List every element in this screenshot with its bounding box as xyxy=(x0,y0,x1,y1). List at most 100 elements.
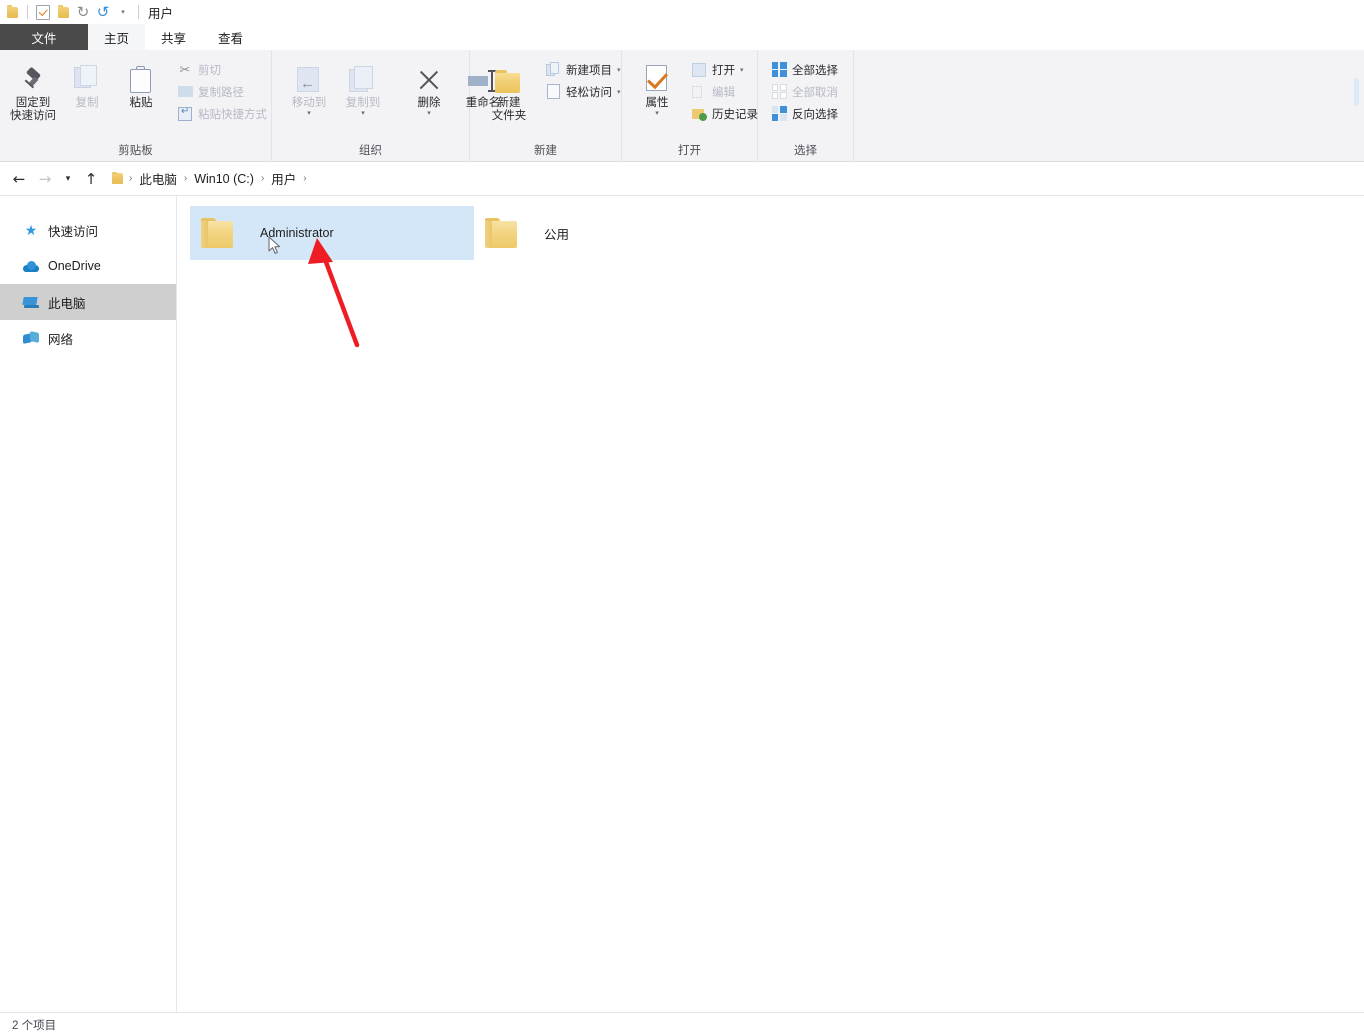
file-tiles: Administrator 公用 xyxy=(190,206,1364,260)
select-none-icon xyxy=(771,84,787,100)
sidebar-item-quick-access[interactable]: ★ 快速访问 xyxy=(0,212,176,248)
chevron-down-icon[interactable]: ▾ xyxy=(307,110,311,117)
open-label: 打开 xyxy=(712,64,735,77)
move-to-label: 移动到 xyxy=(291,97,327,109)
breadcrumb-separator[interactable]: › xyxy=(257,173,268,184)
invert-selection-label: 反向选择 xyxy=(792,108,838,121)
pin-to-quick-access-label: 固定到 快速访问 xyxy=(10,97,56,122)
undo-icon[interactable]: ↺ xyxy=(93,2,113,22)
invert-selection-icon xyxy=(771,106,787,122)
status-bar: 2 个项目 xyxy=(0,1012,1364,1036)
tab-view[interactable]: 查看 xyxy=(202,24,259,50)
breadcrumb-folder-icon xyxy=(112,171,123,184)
file-explorer-window: ↻ ↺ ▾ 用户 文件 主页 共享 查看 固定到 快速访问 复制 粘贴 ✂ 剪切… xyxy=(0,0,1364,1036)
tab-home[interactable]: 主页 xyxy=(88,24,146,50)
paste-shortcut-icon xyxy=(177,106,193,122)
sidebar-item-network[interactable]: 网络 xyxy=(0,320,176,356)
pin-icon xyxy=(20,60,46,94)
breadcrumb-item-users[interactable]: 用户 xyxy=(268,169,299,188)
clipboard-icon xyxy=(129,60,153,94)
ribbon-group-new: 新建 文件夹 新建项目 ▾ 轻松访问 ▾ 新建 xyxy=(470,50,622,161)
paste-shortcut-button[interactable]: 粘贴快捷方式 xyxy=(174,104,270,123)
delete-x-icon xyxy=(415,60,443,94)
copy-button[interactable]: 复制 xyxy=(60,56,114,110)
ribbon-group-organize: ← 移动到 ▾ 复制到 ▾ 删除 ▾ 重命名 组织 xyxy=(272,50,500,161)
ribbon-group-label-select: 选择 xyxy=(794,145,817,157)
easy-access-icon xyxy=(545,84,561,100)
file-list-pane[interactable]: Administrator 公用 xyxy=(178,196,1364,1012)
cloud-icon xyxy=(22,257,40,275)
new-folder-button[interactable]: 新建 文件夹 xyxy=(482,56,536,123)
copy-to-button[interactable]: 复制到 ▾ xyxy=(336,56,390,117)
edit-button[interactable]: 编辑 xyxy=(688,82,761,101)
qat-divider-1 xyxy=(27,5,28,19)
open-button[interactable]: 打开 ▾ xyxy=(688,60,761,79)
delete-button[interactable]: 删除 ▾ xyxy=(402,56,456,117)
forward-button[interactable]: → xyxy=(32,166,58,192)
copy-to-label: 复制到 xyxy=(345,97,381,109)
chevron-down-icon[interactable]: ▾ xyxy=(361,110,365,117)
chevron-down-icon[interactable]: ▾ xyxy=(427,110,431,117)
new-item-button[interactable]: 新建项目 ▾ xyxy=(542,60,624,79)
ribbon-tabstrip: 文件 主页 共享 查看 xyxy=(0,24,1364,50)
breadcrumb-separator[interactable]: › xyxy=(299,173,310,184)
chevron-down-icon[interactable]: ▾ xyxy=(740,66,744,74)
new-folder-label: 新建 文件夹 xyxy=(491,97,527,122)
open-icon xyxy=(691,62,707,78)
paste-shortcut-label: 粘贴快捷方式 xyxy=(198,108,267,121)
paste-label: 粘贴 xyxy=(129,97,153,109)
address-bar: ← → ▾ ↑ › 此电脑 › Win10 (C:) › 用户 › xyxy=(0,162,1364,196)
ribbon-group-label-open: 打开 xyxy=(678,145,701,157)
pin-to-quick-access-button[interactable]: 固定到 快速访问 xyxy=(6,56,60,123)
chevron-down-icon[interactable]: ▾ xyxy=(617,66,621,74)
new-folder-icon[interactable] xyxy=(53,2,73,22)
properties-icon[interactable] xyxy=(33,2,53,22)
tab-share[interactable]: 共享 xyxy=(145,24,202,50)
properties-check-icon xyxy=(644,60,671,94)
easy-access-button[interactable]: 轻松访问 ▾ xyxy=(542,82,624,101)
breadcrumb-separator[interactable]: › xyxy=(125,173,136,184)
breadcrumb-item-win10-c[interactable]: Win10 (C:) xyxy=(191,172,257,186)
breadcrumb[interactable]: › 此电脑 › Win10 (C:) › 用户 › xyxy=(112,169,311,188)
new-item-label: 新建项目 xyxy=(566,64,612,77)
copy-path-button[interactable]: 复制路径 xyxy=(174,82,270,101)
properties-button[interactable]: 属性 ▾ xyxy=(630,56,684,117)
ribbon-group-clipboard: 固定到 快速访问 复制 粘贴 ✂ 剪切 复制路径 ↵ 粘贴快捷方式 剪贴板 xyxy=(0,50,272,161)
list-item-administrator[interactable]: Administrator xyxy=(190,206,474,260)
folder-icon[interactable] xyxy=(2,2,22,22)
copy-icon xyxy=(74,60,100,94)
copy-to-icon xyxy=(348,60,378,94)
chevron-down-icon[interactable]: ▾ xyxy=(655,110,659,117)
move-to-button[interactable]: ← 移动到 ▾ xyxy=(282,56,336,117)
select-none-button[interactable]: 全部取消 xyxy=(768,82,841,101)
select-all-label: 全部选择 xyxy=(792,64,838,77)
properties-label: 属性 xyxy=(645,97,669,109)
edit-pencil-icon xyxy=(691,84,707,100)
back-button[interactable]: ← xyxy=(6,166,32,192)
chevron-down-icon[interactable]: ▾ xyxy=(113,2,133,22)
list-item-public[interactable]: 公用 xyxy=(474,206,758,260)
cut-button[interactable]: ✂ 剪切 xyxy=(174,60,270,79)
breadcrumb-separator[interactable]: › xyxy=(180,173,191,184)
sidebar-item-onedrive[interactable]: OneDrive xyxy=(0,248,176,284)
computer-icon xyxy=(22,293,40,311)
delete-label: 删除 xyxy=(417,97,441,109)
paste-button[interactable]: 粘贴 xyxy=(114,56,168,110)
network-icon xyxy=(22,329,40,347)
redo-icon[interactable]: ↻ xyxy=(73,2,93,22)
tab-file[interactable]: 文件 xyxy=(0,24,88,50)
history-label: 历史记录 xyxy=(712,108,758,121)
sidebar-item-this-pc[interactable]: 此电脑 xyxy=(0,284,176,320)
ribbon-collapse-icon[interactable] xyxy=(1354,78,1359,106)
edit-label: 编辑 xyxy=(712,86,735,99)
chevron-down-icon[interactable]: ▾ xyxy=(617,88,621,96)
invert-selection-button[interactable]: 反向选择 xyxy=(768,104,841,123)
select-all-button[interactable]: 全部选择 xyxy=(768,60,841,79)
breadcrumb-item-this-pc[interactable]: 此电脑 xyxy=(136,169,180,188)
window-title: 用户 xyxy=(148,6,174,21)
up-button[interactable]: ↑ xyxy=(78,166,104,192)
new-item-icon xyxy=(545,62,561,78)
history-button[interactable]: 历史记录 xyxy=(688,104,761,123)
recent-locations-button[interactable]: ▾ xyxy=(58,166,78,192)
sidebar-item-label: 网络 xyxy=(48,332,74,347)
